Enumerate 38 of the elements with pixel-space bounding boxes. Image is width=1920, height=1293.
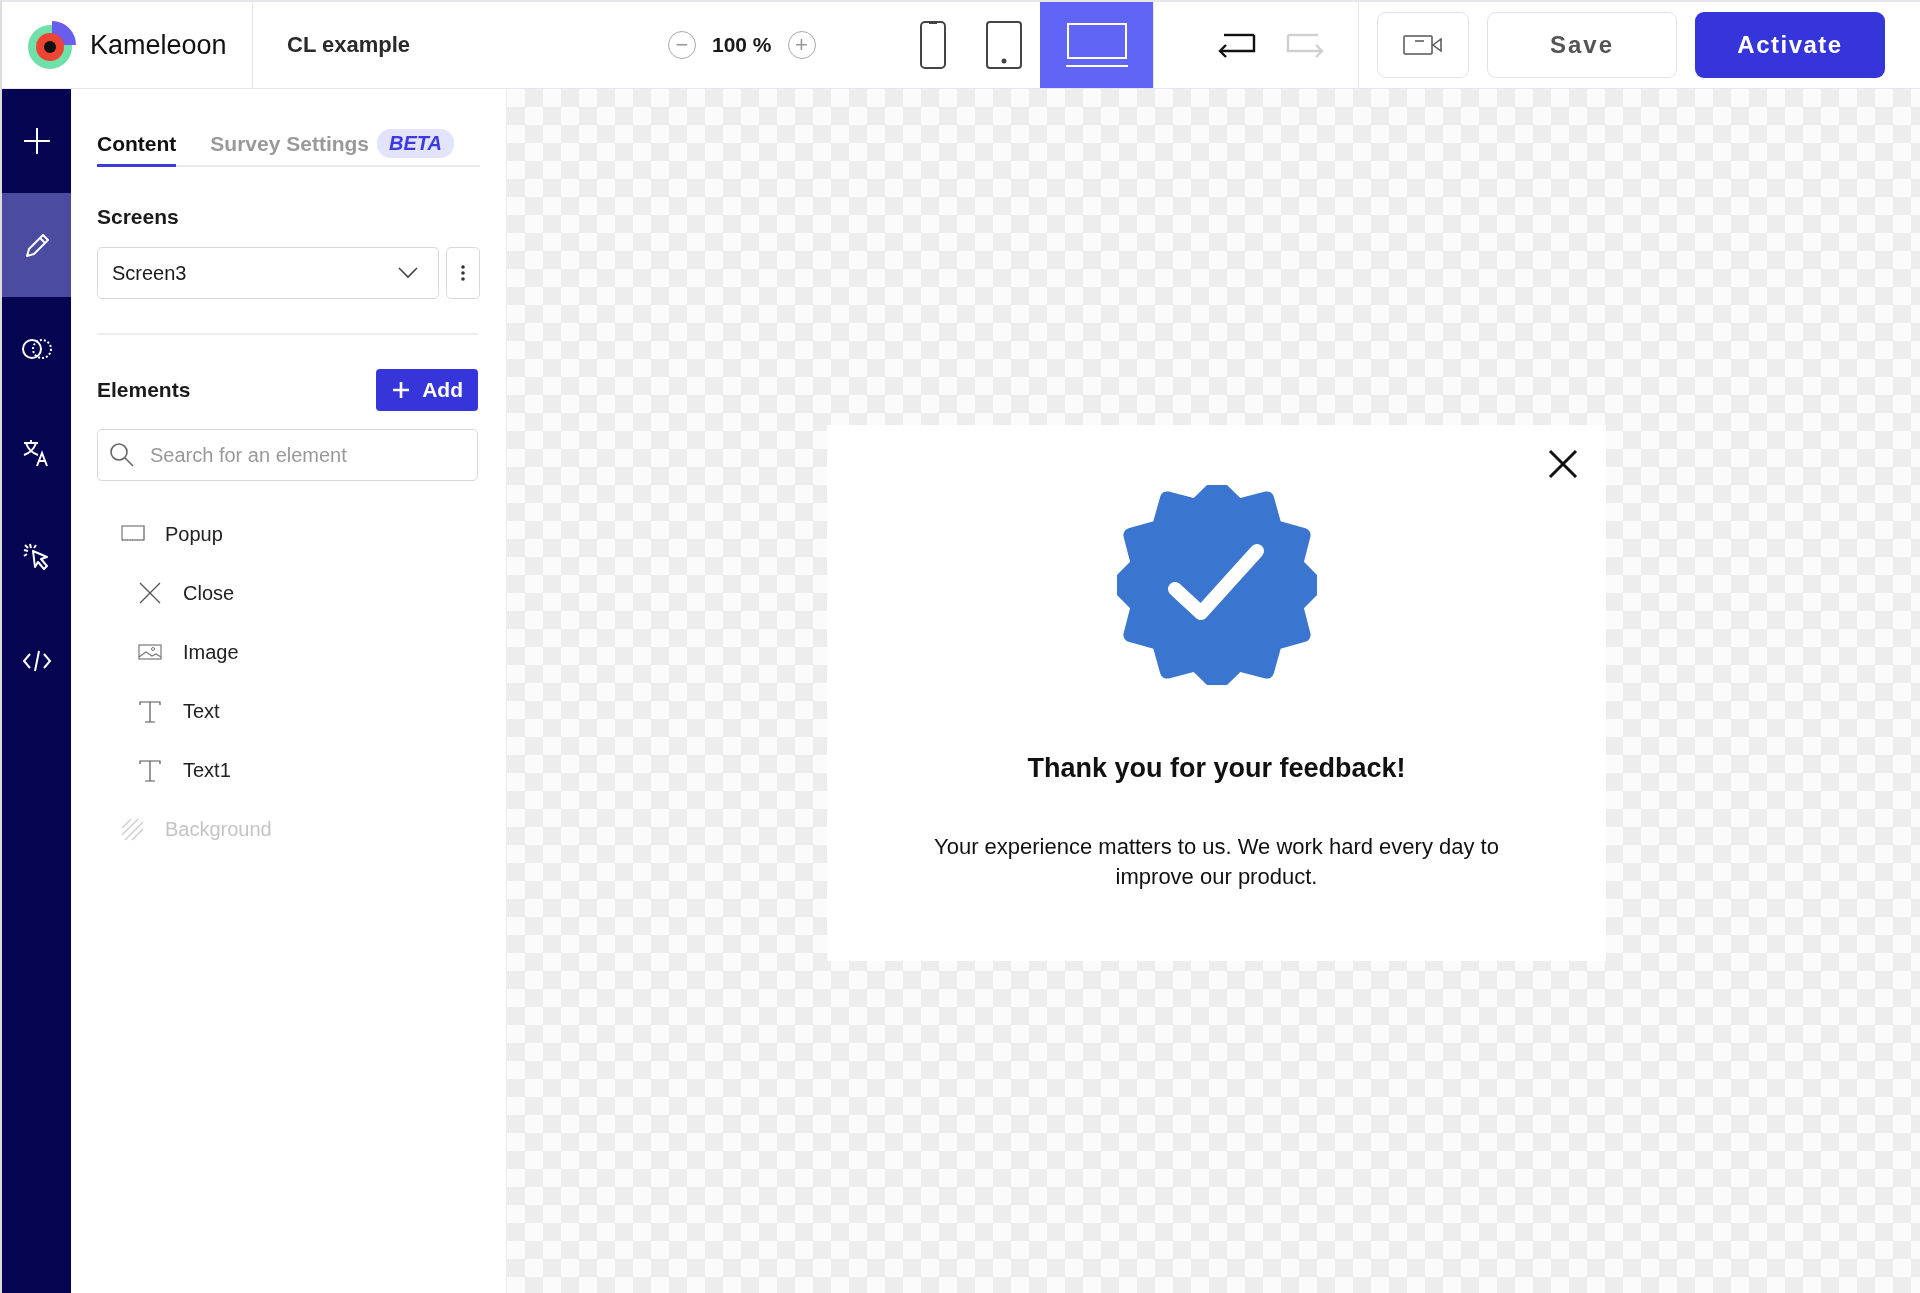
activate-button[interactable]: Activate [1695, 12, 1885, 78]
element-list-item[interactable]: Image [97, 623, 480, 682]
verified-badge-icon [1116, 485, 1317, 685]
phone-icon [919, 20, 947, 70]
tab[interactable]: Content [97, 129, 177, 167]
text-icon [138, 699, 162, 724]
video-camera-icon [1403, 34, 1443, 56]
laptop-icon [1064, 21, 1129, 69]
tablet-icon [985, 20, 1023, 70]
popup-text: Your experience matters to us. We work hard every day to improve our product. [933, 833, 1500, 891]
project-title: CL example [286, 32, 412, 58]
search-field[interactable]: Search for an element [97, 429, 478, 481]
element-list-item[interactable]: Close [97, 564, 480, 623]
desktop-view-button[interactable] [1040, 2, 1153, 88]
plus-icon [392, 381, 411, 399]
close-button[interactable] [1548, 449, 1578, 479]
save-button[interactable]: Save [1487, 12, 1677, 78]
tab[interactable]: Survey Settings BETA [210, 129, 455, 167]
text-icon [138, 758, 162, 783]
element-list-item[interactable]: Text [97, 682, 480, 741]
element-list-item[interactable]: Popup [97, 505, 480, 564]
brand-name: Kameleoon [90, 29, 227, 61]
element-list-item[interactable]: Text1 [97, 741, 480, 800]
search-icon [109, 442, 135, 468]
close-icon [138, 581, 162, 606]
record-button[interactable] [1377, 12, 1469, 78]
vertical-dots-icon [461, 265, 466, 281]
chevron-down-icon [398, 267, 419, 279]
hatch-icon [121, 817, 145, 842]
screen-dropdown[interactable]: Screen3 [97, 247, 440, 299]
close-icon [1548, 449, 1578, 479]
beta-badge: BETA [377, 129, 455, 158]
add-button[interactable]: Add [376, 369, 478, 411]
zoom-value: 100 % [712, 33, 772, 57]
section-heading: Elements [97, 378, 191, 402]
logo-icon [26, 19, 78, 71]
popup-title: Thank you for your feedback! [1027, 753, 1406, 784]
section-heading: Screens [97, 205, 180, 229]
